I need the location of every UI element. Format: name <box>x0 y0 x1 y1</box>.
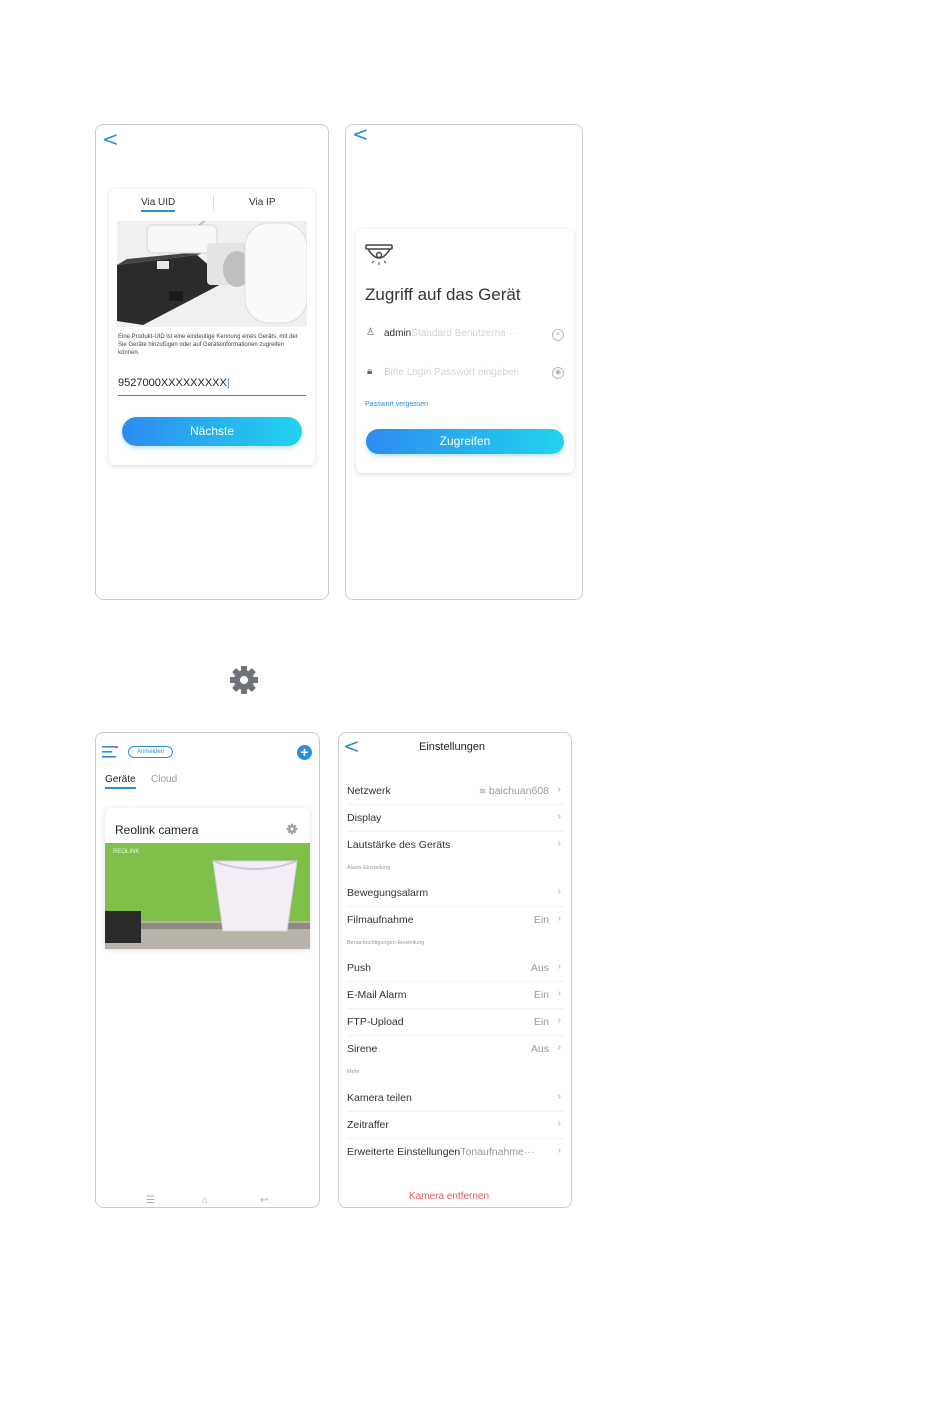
dome-camera-icon <box>365 244 393 265</box>
remove-camera-button[interactable]: Kamera entfernen <box>409 1191 489 1202</box>
screen-add-device-uid: < Via UID Via IP Eine Produkt-UID ist ei… <box>95 124 329 600</box>
row-label: Lautstärke des Geräts <box>347 839 451 851</box>
tab-via-uid[interactable]: Via UID <box>141 197 176 212</box>
uid-description: Eine Produkt-UID ist eine eindeutige Ken… <box>118 334 298 356</box>
camera-name: Reolink camera <box>115 823 199 837</box>
tab-via-ip[interactable]: Via IP <box>249 197 276 208</box>
tab-divider <box>213 195 214 211</box>
next-button[interactable]: Nächste <box>122 417 302 446</box>
row-label: Sirene <box>347 1043 378 1055</box>
settings-title: Einstellungen <box>419 741 486 753</box>
uid-input-value: 9527000XXXXXXXXX <box>118 377 227 389</box>
chevron-right-icon: › <box>557 961 561 972</box>
row-value: Tonaufnahme··· <box>460 1146 535 1158</box>
section-more-label: Mehr <box>347 1069 360 1075</box>
password-field[interactable]: Bitte Login Passwort eingeben <box>384 367 544 378</box>
chevron-right-icon: › <box>557 1145 561 1156</box>
back-button[interactable]: < <box>343 736 360 756</box>
camera-settings-gear-icon[interactable] <box>286 823 298 835</box>
row-label: FTP-Upload <box>347 1016 404 1028</box>
chevron-right-icon: › <box>557 811 561 822</box>
chevron-right-icon: › <box>557 886 561 897</box>
row-motion-alarm[interactable]: Bewegungsalarm › <box>347 879 563 907</box>
row-siren[interactable]: Sirene Aus › <box>347 1035 563 1062</box>
chevron-right-icon: › <box>557 988 561 999</box>
uid-card: Via UID Via IP Eine Produkt-UID ist eine… <box>109 189 315 465</box>
chevron-right-icon: › <box>557 838 561 849</box>
row-value: Ein <box>533 914 549 926</box>
row-label: Bewegungsalarm <box>347 887 429 899</box>
camera-thumbnail[interactable]: REOLINK <box>105 843 310 949</box>
username-value: admin <box>384 328 412 339</box>
nav-menu-icon[interactable]: ☰ <box>146 1195 155 1206</box>
username-field[interactable]: adminStandard Benutzerna··· <box>384 328 544 339</box>
camera-product-image <box>117 221 307 327</box>
chevron-right-icon: › <box>557 784 561 795</box>
row-label: Push <box>347 962 371 974</box>
gear-icon <box>230 666 258 694</box>
row-share-camera[interactable]: Kamera teilen › <box>347 1084 563 1112</box>
chevron-right-icon: › <box>557 1042 561 1053</box>
chevron-right-icon: › <box>557 1118 561 1129</box>
show-password-icon[interactable]: ◉ <box>552 367 564 379</box>
tab-bar: Via UID Via IP <box>109 189 315 221</box>
section-alarm-label: Alarm-Einstellung <box>347 865 391 871</box>
row-value: ≋ baichuan608 <box>478 785 549 797</box>
screen-settings: < Einstellungen Netzwerk ≋ baichuan608 ›… <box>338 732 572 1208</box>
row-display[interactable]: Display › <box>347 804 563 832</box>
tab-cloud[interactable]: Cloud <box>151 774 177 785</box>
back-button[interactable]: < <box>102 129 119 149</box>
section-notification-label: Benachrichtigungen-Einstellung <box>347 940 425 946</box>
access-button[interactable]: Zugreifen <box>366 429 564 454</box>
login-title: Zugriff auf das Gerät <box>365 285 521 304</box>
row-label: E-Mail Alarm <box>347 989 407 1001</box>
row-label: Kamera teilen <box>347 1092 412 1104</box>
row-label: Zeitraffer <box>347 1119 389 1131</box>
row-push[interactable]: Push Aus › <box>347 954 563 982</box>
clear-icon[interactable]: × <box>552 329 564 341</box>
camera-card[interactable]: Reolink camera REOLINK <box>105 808 310 949</box>
row-value: Aus <box>530 1043 549 1055</box>
forgot-password-link[interactable]: Passwort vergessen <box>365 401 428 408</box>
tab-devices[interactable]: Geräte <box>105 774 136 789</box>
row-advanced-settings[interactable]: Erweiterte EinstellungenTonaufnahme··· › <box>347 1138 563 1165</box>
add-device-button[interactable]: + <box>297 745 312 760</box>
row-value: Ein <box>533 989 549 1001</box>
lock-icon: 🔒︎ <box>367 366 373 377</box>
login-card: Zugriff auf das Gerät ♙ adminStandard Be… <box>356 229 574 473</box>
row-label: Erweiterte EinstellungenTonaufnahme··· <box>347 1146 535 1158</box>
row-label: Display <box>347 812 382 824</box>
row-value: Ein <box>533 1016 549 1028</box>
chevron-right-icon: › <box>557 1015 561 1026</box>
row-email-alarm[interactable]: E-Mail Alarm Ein › <box>347 981 563 1009</box>
wifi-icon: ≋ <box>478 786 489 796</box>
nav-back-icon[interactable]: ↩ <box>260 1195 268 1206</box>
chevron-right-icon: › <box>557 913 561 924</box>
row-recording[interactable]: Filmaufnahme Ein › <box>347 906 563 933</box>
row-volume[interactable]: Lautstärke des Geräts › <box>347 831 563 858</box>
username-placeholder: Standard Benutzerna··· <box>411 328 516 339</box>
screen-device-login: < Zugriff auf das Gerät ♙ adminStandard … <box>345 124 583 600</box>
row-label: Filmaufnahme <box>347 914 414 926</box>
row-label: Netzwerk <box>347 785 391 797</box>
row-timelapse[interactable]: Zeitraffer › <box>347 1111 563 1139</box>
nav-home-icon[interactable]: ⌂ <box>202 1195 208 1206</box>
thumbnail-brand: REOLINK <box>113 849 140 855</box>
back-button[interactable]: < <box>352 125 369 144</box>
uid-input[interactable]: 9527000XXXXXXXXX| <box>118 377 306 396</box>
row-ftp-upload[interactable]: FTP-Upload Ein › <box>347 1008 563 1036</box>
chevron-right-icon: › <box>557 1091 561 1102</box>
camera-thumbnail-image <box>105 843 310 949</box>
user-icon: ♙ <box>366 327 375 338</box>
row-network[interactable]: Netzwerk ≋ baichuan608 › <box>347 777 563 805</box>
screen-device-list: Anmelden + Geräte Cloud Reolink camera R… <box>95 732 320 1208</box>
row-value: Aus <box>530 962 549 974</box>
menu-icon[interactable] <box>102 746 118 758</box>
signin-button[interactable]: Anmelden <box>128 746 174 758</box>
